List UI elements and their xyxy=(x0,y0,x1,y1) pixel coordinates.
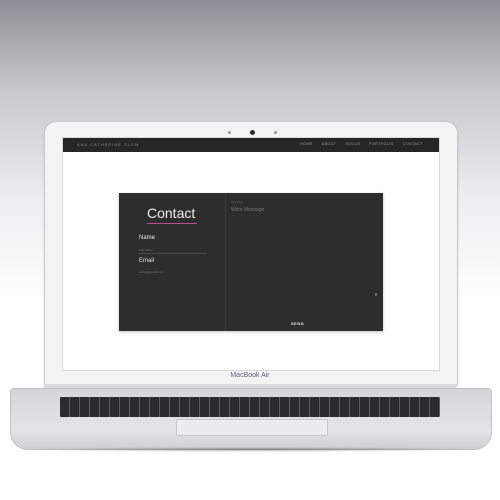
laptop-keyboard xyxy=(60,397,440,417)
nav-links: HOME ABOUT SKILLS PORTFOLIO CONTACT xyxy=(300,142,423,146)
email-input[interactable] xyxy=(139,269,207,275)
send-button[interactable]: SEND xyxy=(291,321,304,326)
nav-link-home[interactable]: HOME xyxy=(300,142,313,146)
contact-card: Contact Name Email Message SEND xyxy=(119,193,383,331)
camera-sensor-left xyxy=(228,131,231,134)
nav-link-portfolio[interactable]: PORTFOLIO xyxy=(369,142,394,146)
device-brand-label: MacBook Air xyxy=(230,372,270,379)
card-divider xyxy=(225,193,226,331)
site-brand[interactable]: ANA CATHERINE OLEM xyxy=(77,142,139,147)
camera-icon xyxy=(250,130,255,135)
laptop-screen: ANA CATHERINE OLEM HOME ABOUT SKILLS POR… xyxy=(62,137,440,371)
name-input[interactable] xyxy=(139,247,207,254)
contact-title: Contact xyxy=(147,205,196,221)
nav-link-contact[interactable]: CONTACT xyxy=(403,142,423,146)
textarea-resize-handle[interactable] xyxy=(375,293,377,296)
message-section-label: Message xyxy=(231,200,244,204)
site-navbar: ANA CATHERINE OLEM HOME ABOUT SKILLS POR… xyxy=(63,138,439,152)
email-label: Email xyxy=(139,258,155,264)
laptop-trackpad xyxy=(176,419,328,436)
name-label: Name xyxy=(139,235,156,241)
nav-link-about[interactable]: ABOUT xyxy=(322,142,337,146)
title-underline xyxy=(147,223,197,224)
camera-sensor-right xyxy=(274,131,277,134)
nav-link-skills[interactable]: SKILLS xyxy=(345,142,360,146)
message-textarea[interactable] xyxy=(231,207,371,307)
laptop-shadow xyxy=(20,447,480,452)
